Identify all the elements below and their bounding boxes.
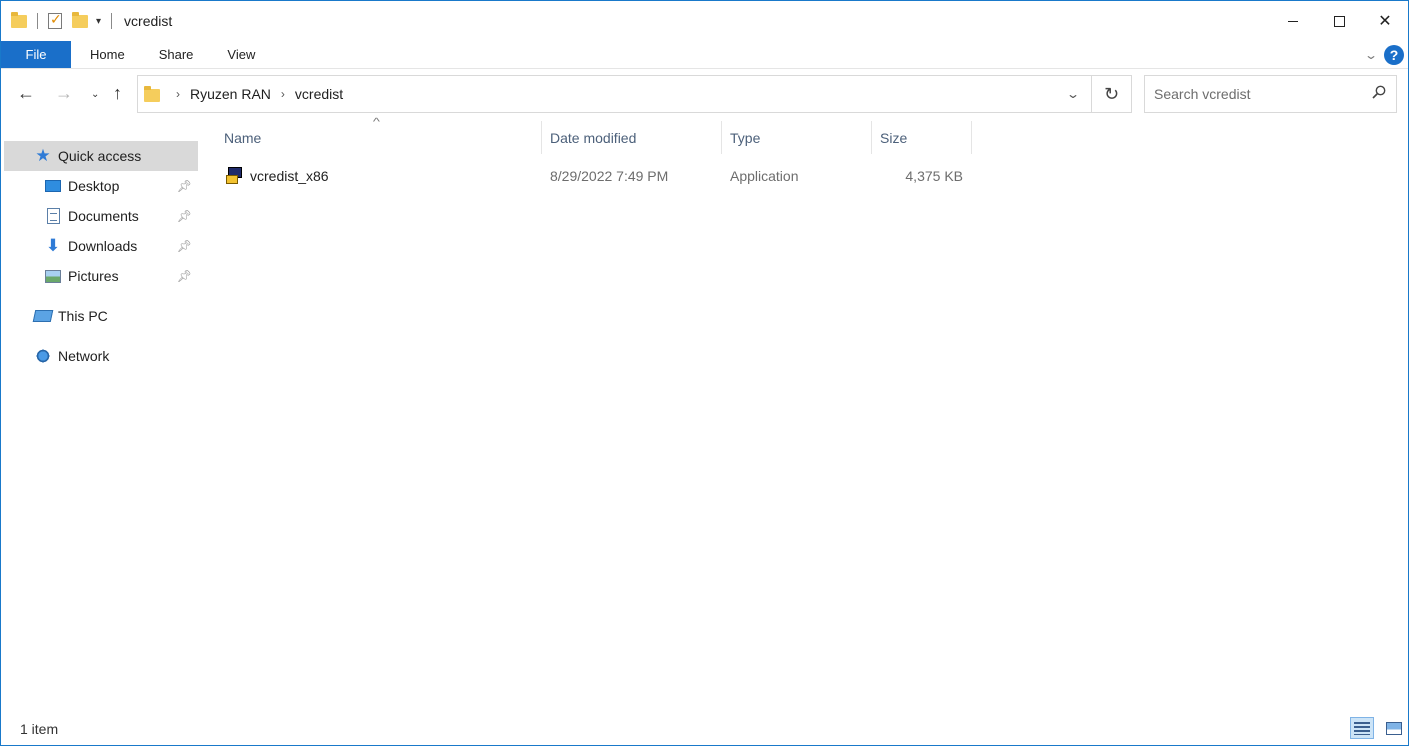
view-switcher <box>1342 717 1406 739</box>
search-box[interactable] <box>1144 75 1397 113</box>
sidebar-item-network[interactable]: Network <box>4 341 198 371</box>
status-bar: 1 item <box>1 713 1408 745</box>
close-icon: ✕ <box>1378 13 1392 30</box>
close-button[interactable]: ✕ <box>1362 1 1408 41</box>
toolbar-divider <box>37 13 38 29</box>
pin-icon[interactable]: 📌︎ <box>177 179 192 193</box>
title-divider <box>111 13 113 29</box>
sort-ascending-icon: ^ <box>372 117 380 128</box>
tab-home[interactable]: Home <box>73 41 142 68</box>
location-folder-icon <box>144 85 160 102</box>
pictures-icon <box>44 268 62 284</box>
sidebar-item-label: Documents <box>68 208 139 224</box>
navigation-pane: ★ Quick access Desktop 📌︎ Documents 📌︎ ⬇… <box>1 121 201 701</box>
help-icon[interactable]: ? <box>1384 45 1404 65</box>
refresh-icon: ↻ <box>1103 83 1120 104</box>
tab-share[interactable]: Share <box>142 41 211 68</box>
tab-file[interactable]: File <box>1 41 71 68</box>
recent-locations-chevron-icon[interactable]: ⌄ <box>91 89 99 100</box>
forward-arrow-icon[interactable]: → <box>55 83 73 104</box>
details-view-icon <box>1354 721 1370 735</box>
column-header-label: Name <box>224 129 262 146</box>
column-header-label: Size <box>880 129 908 146</box>
title-bar: ▾ vcredist ✕ <box>1 1 1408 41</box>
column-header-name[interactable]: Name ^ <box>216 117 542 154</box>
breadcrumb-item-ryuzen-ran[interactable]: Ryuzen RAN <box>190 86 271 102</box>
pin-icon[interactable]: 📌︎ <box>177 209 192 223</box>
refresh-button[interactable]: ↻ <box>1092 75 1132 113</box>
up-arrow-icon[interactable]: ↑ <box>113 83 122 104</box>
item-count: 1 item <box>20 721 59 737</box>
column-header-date-modified[interactable]: Date modified <box>542 121 722 154</box>
search-icon[interactable] <box>1372 85 1386 99</box>
ribbon-right-controls: ⌄ ? <box>1364 43 1404 67</box>
file-explorer-window: ▾ vcredist ✕ File Home Share View ⌄ ? ← … <box>0 0 1409 746</box>
sidebar-item-pictures[interactable]: Pictures 📌︎ <box>4 261 198 291</box>
desktop-icon <box>44 178 62 194</box>
breadcrumb-chevron-icon[interactable]: › <box>281 87 285 101</box>
window-title: vcredist <box>124 13 173 29</box>
file-date-cell: 8/29/2022 7:49 PM <box>550 168 669 184</box>
column-header-type[interactable]: Type <box>722 121 872 154</box>
expand-ribbon-chevron-icon[interactable]: ⌄ <box>1364 48 1378 62</box>
documents-icon <box>44 208 62 224</box>
sidebar-item-label: Desktop <box>68 178 120 194</box>
customize-toolbar-chevron-icon[interactable]: ▾ <box>96 16 101 27</box>
tab-view[interactable]: View <box>210 41 272 68</box>
sidebar-item-desktop[interactable]: Desktop 📌︎ <box>4 171 198 201</box>
sidebar-item-label: Quick access <box>58 148 142 164</box>
folder-icon <box>11 12 27 29</box>
ribbon-tabs: File Home Share View ⌄ ? <box>1 41 1408 69</box>
maximize-button[interactable] <box>1316 1 1362 41</box>
sidebar-item-label: Pictures <box>68 268 119 284</box>
application-icon <box>226 167 244 185</box>
search-input[interactable] <box>1154 86 1354 102</box>
window-controls: ✕ <box>1270 1 1408 41</box>
file-name: vcredist_x86 <box>250 168 329 184</box>
pin-icon[interactable]: 📌︎ <box>177 269 192 283</box>
file-type-cell: Application <box>730 168 799 184</box>
large-icons-view-button[interactable] <box>1382 717 1406 739</box>
column-header-size[interactable]: Size <box>872 121 972 154</box>
address-bar[interactable]: › Ryuzen RAN › vcredist ⌄ <box>137 75 1092 113</box>
pin-icon[interactable]: 📌︎ <box>177 239 192 253</box>
sidebar-item-label: Downloads <box>68 238 138 254</box>
maximize-icon <box>1333 15 1345 27</box>
breadcrumb-chevron-icon[interactable]: › <box>176 87 180 101</box>
column-header-label: Date modified <box>550 129 637 146</box>
large-icons-view-icon <box>1386 721 1402 735</box>
sidebar-item-quick-access[interactable]: ★ Quick access <box>4 141 198 171</box>
breadcrumb-item-vcredist[interactable]: vcredist <box>295 86 343 102</box>
column-header-label: Type <box>730 129 761 146</box>
sidebar-item-this-pc[interactable]: This PC <box>4 301 198 331</box>
properties-icon[interactable] <box>48 11 64 29</box>
details-view-button[interactable] <box>1350 717 1374 739</box>
computer-icon <box>32 308 54 324</box>
minimize-icon <box>1288 20 1298 22</box>
address-dropdown-chevron-icon[interactable]: ⌄ <box>1048 76 1098 112</box>
network-icon <box>34 348 52 364</box>
file-list: Name ^ Date modified Type Size vcredist_… <box>216 117 1408 701</box>
sidebar-item-label: Network <box>58 348 110 364</box>
file-size-cell: 4,375 KB <box>905 168 963 184</box>
back-arrow-icon[interactable]: ← <box>17 83 35 104</box>
file-name-cell[interactable]: vcredist_x86 <box>226 161 329 191</box>
navigation-bar: ← → ⌄ ↑ › Ryuzen RAN › vcredist ⌄ ↻ <box>1 69 1408 119</box>
star-icon: ★ <box>35 146 51 165</box>
new-folder-icon[interactable] <box>72 12 88 29</box>
sidebar-item-label: This PC <box>58 308 108 324</box>
sidebar-item-documents[interactable]: Documents 📌︎ <box>4 201 198 231</box>
file-row[interactable]: vcredist_x86 8/29/2022 7:49 PM Applicati… <box>216 161 976 191</box>
sidebar-item-downloads[interactable]: ⬇ Downloads 📌︎ <box>4 231 198 261</box>
downloads-icon: ⬇ <box>45 236 61 255</box>
minimize-button[interactable] <box>1270 1 1316 41</box>
quick-access-toolbar: ▾ <box>11 1 122 41</box>
